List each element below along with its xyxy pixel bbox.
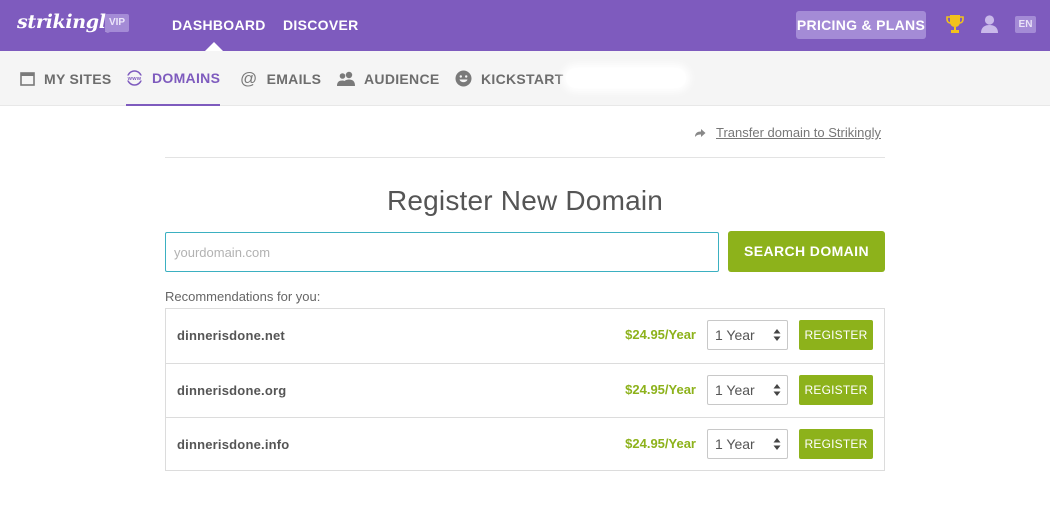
domain-price: $24.95/Year: [625, 436, 696, 451]
people-icon: [337, 71, 355, 86]
strikingly-logo[interactable]: strikingly: [17, 11, 117, 33]
top-navigation-bar: strikingly VIP DASHBOARD DISCOVER PRICIN…: [0, 0, 1050, 51]
language-selector[interactable]: EN: [1015, 16, 1036, 33]
term-value: 1 Year: [715, 382, 755, 398]
tab-label: KICKSTART: [481, 70, 564, 87]
select-arrows-icon: [773, 384, 781, 396]
domain-name: dinnerisdone.org: [177, 383, 287, 398]
recommendations-table: dinnerisdone.net $24.95/Year 1 Year REGI…: [165, 308, 885, 471]
redacted-area: [566, 68, 686, 88]
nav-dashboard[interactable]: DASHBOARD: [172, 17, 266, 33]
tab-audience[interactable]: AUDIENCE: [337, 51, 440, 106]
domain-price: $24.95/Year: [625, 382, 696, 397]
register-button[interactable]: REGISTER: [799, 375, 873, 405]
vip-badge: VIP: [105, 14, 129, 32]
nav-discover[interactable]: DISCOVER: [283, 17, 359, 33]
at-icon: @: [240, 68, 258, 88]
smiley-icon: [455, 70, 472, 87]
domain-name: dinnerisdone.net: [177, 328, 285, 343]
search-domain-button[interactable]: SEARCH DOMAIN: [728, 231, 885, 272]
register-button[interactable]: REGISTER: [799, 429, 873, 459]
www-globe-icon: www: [126, 69, 143, 86]
share-arrow-icon: [694, 128, 706, 138]
transfer-domain-text[interactable]: Transfer domain to Strikingly: [716, 125, 881, 140]
term-select[interactable]: 1 Year: [707, 320, 788, 350]
domain-name: dinnerisdone.info: [177, 437, 290, 452]
tab-domains[interactable]: www DOMAINS: [126, 51, 221, 106]
browser-window-icon: [20, 71, 35, 86]
recommendations-label: Recommendations for you:: [165, 289, 321, 304]
tab-kickstart[interactable]: KICKSTART: [455, 51, 564, 106]
svg-text:www: www: [127, 76, 142, 82]
recommendation-row: dinnerisdone.net $24.95/Year 1 Year REGI…: [166, 309, 884, 363]
recommendation-row: dinnerisdone.info $24.95/Year 1 Year REG…: [166, 417, 884, 471]
section-tabs: MY SITES www DOMAINS @ EMAILS AUDIENCE K…: [0, 51, 1050, 106]
active-nav-indicator: [205, 42, 223, 51]
register-button[interactable]: REGISTER: [799, 320, 873, 350]
tab-my-sites[interactable]: MY SITES: [20, 51, 112, 106]
domain-search-input[interactable]: [165, 232, 719, 272]
domain-price: $24.95/Year: [625, 327, 696, 342]
select-arrows-icon: [773, 438, 781, 450]
tab-emails[interactable]: @ EMAILS: [240, 51, 321, 106]
recommendation-row: dinnerisdone.org $24.95/Year 1 Year REGI…: [166, 363, 884, 417]
term-value: 1 Year: [715, 436, 755, 452]
tab-label: AUDIENCE: [364, 70, 440, 87]
trophy-icon[interactable]: [946, 14, 964, 34]
term-value: 1 Year: [715, 327, 755, 343]
term-select[interactable]: 1 Year: [707, 375, 788, 405]
user-account-icon[interactable]: [980, 14, 999, 34]
pricing-plans-button[interactable]: PRICING & PLANS: [796, 11, 926, 39]
term-select[interactable]: 1 Year: [707, 429, 788, 459]
page-title: Register New Domain: [386, 185, 664, 216]
tab-label: MY SITES: [44, 70, 112, 87]
select-arrows-icon: [773, 329, 781, 341]
transfer-domain-link[interactable]: Transfer domain to Strikingly: [694, 125, 881, 140]
tab-label: EMAILS: [266, 70, 322, 87]
divider: [165, 157, 885, 158]
tab-label: DOMAINS: [152, 69, 221, 86]
